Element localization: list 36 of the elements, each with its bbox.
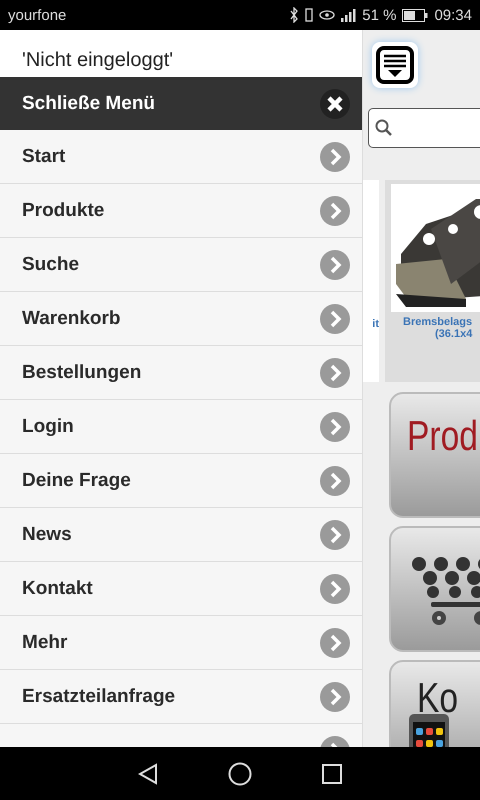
close-icon[interactable] (320, 88, 350, 118)
chevron-icon (320, 196, 350, 226)
eye-icon (319, 10, 336, 20)
chevron-icon (320, 250, 350, 280)
close-menu-bar[interactable]: Schließe Menü (0, 77, 362, 130)
search-field[interactable] (368, 108, 480, 148)
chevron-icon (320, 628, 350, 658)
login-status: 'Nicht eingeloggt' (22, 49, 174, 72)
contact-tile[interactable]: Ko (389, 660, 480, 747)
chevron-icon (320, 574, 350, 604)
close-menu-label[interactable]: Schließe Menü (22, 92, 156, 114)
chevron-icon (320, 142, 350, 172)
products-tile[interactable]: Prod (389, 392, 480, 518)
home-icon[interactable] (228, 762, 252, 786)
chevron-icon (320, 358, 350, 388)
battery-percent: 51 % (362, 6, 396, 24)
product-card[interactable]: Bremsbelags (36.1x4 (385, 180, 480, 382)
cart-tile[interactable] (389, 526, 480, 652)
clock: 09:34 (434, 6, 472, 24)
signal-icon (341, 8, 356, 22)
chevron-icon (320, 412, 350, 442)
product-name[interactable]: Bremsbelags (403, 316, 480, 328)
carrier-name: yourfone (8, 6, 68, 24)
vibrate-icon (305, 8, 314, 22)
bluetooth-icon (289, 7, 300, 23)
search-icon (375, 119, 393, 137)
chevron-icon (320, 682, 350, 712)
product-size: (36.1x4 (435, 328, 474, 340)
chevron-icon (320, 520, 350, 550)
recents-icon[interactable] (322, 764, 342, 784)
chevron-icon (320, 466, 350, 496)
product-name[interactable]: it (372, 318, 379, 330)
back-icon[interactable] (138, 762, 158, 784)
battery-icon (402, 8, 428, 22)
menu-icon[interactable] (372, 42, 418, 88)
chevron-icon (320, 304, 350, 334)
